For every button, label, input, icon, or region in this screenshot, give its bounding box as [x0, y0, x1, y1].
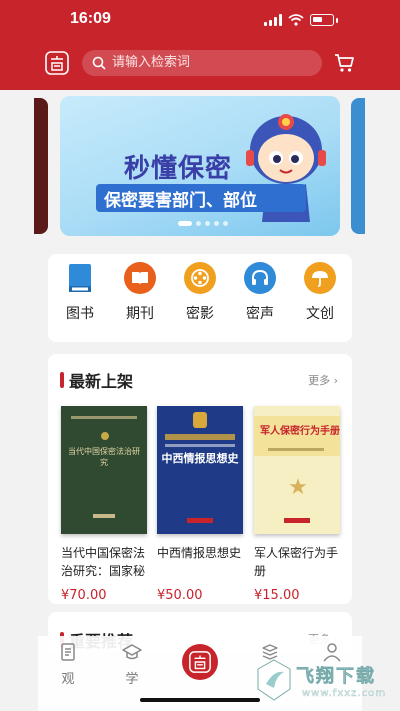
banner-subtitle: 保密要害部门、部位	[104, 191, 257, 211]
category-label: 期刊	[126, 306, 154, 322]
book-title: 军人保密行为手册	[254, 546, 339, 578]
film-icon	[184, 262, 216, 294]
book-cover: 当代中国保密法治研究	[61, 406, 147, 534]
watermark-text: 飞翔下载	[296, 666, 376, 688]
banner-next-slide[interactable]	[351, 98, 365, 234]
category-grid: 图书 期刊 密影 密声 文创	[48, 254, 352, 342]
more-link[interactable]: 更多 ›	[308, 372, 338, 388]
status-icons	[264, 14, 338, 26]
book-card[interactable]: 当代中国保密法治研究 当代中国保密法治研究：国家秘密... ¥70.00	[61, 406, 147, 603]
category-books[interactable]: 图书	[55, 262, 105, 323]
category-label: 图书	[66, 306, 94, 322]
category-label: 密声	[246, 306, 274, 322]
seal-logo-icon[interactable]	[44, 50, 70, 76]
carousel-dot[interactable]	[214, 221, 219, 226]
status-bar: 16:09	[0, 8, 400, 34]
watermark: 飞翔下载 www.fxxz.com	[254, 656, 394, 708]
wifi-icon	[288, 14, 304, 26]
carousel-dot-active[interactable]	[178, 221, 192, 226]
headphones-icon	[244, 262, 276, 294]
book-price: ¥50.00	[157, 588, 203, 603]
search-bar[interactable]: 请输入检索词	[82, 50, 322, 76]
tab-view[interactable]: 观	[48, 642, 88, 687]
tab-label: 观	[61, 672, 75, 687]
banner-prev-slide[interactable]	[34, 98, 48, 234]
banner-slide[interactable]: 秒懂保密 保密要害部门、部位	[60, 96, 340, 236]
home-indicator	[140, 698, 260, 702]
book-title: 当代中国保密法治研究：国家秘密...	[61, 546, 146, 578]
seal-logo-icon	[189, 651, 211, 673]
cart-icon[interactable]	[333, 52, 355, 74]
book-icon	[64, 262, 96, 294]
journal-icon	[124, 262, 156, 294]
book-price: ¥70.00	[61, 588, 107, 603]
category-label: 文创	[306, 306, 334, 322]
umbrella-icon	[304, 262, 336, 294]
book-cover: 军人保密行为手册 ★	[254, 406, 340, 534]
document-icon	[61, 643, 75, 661]
category-label: 密影	[186, 306, 214, 322]
book-title: 中西情报思想史	[157, 546, 242, 560]
section-title: 最新上架	[69, 372, 134, 391]
book-cover: 中西情报思想史	[157, 406, 243, 534]
section-accent	[60, 372, 64, 388]
watermark-url: www.fxxz.com	[302, 688, 386, 699]
carousel-dot[interactable]	[196, 221, 201, 226]
tab-home[interactable]	[182, 644, 218, 680]
carousel-indicator	[178, 221, 228, 226]
carousel-dot[interactable]	[223, 221, 228, 226]
category-creative[interactable]: 文创	[295, 262, 345, 323]
watermark-logo-icon	[257, 659, 291, 701]
signal-icon	[264, 14, 282, 26]
book-card[interactable]: 军人保密行为手册 ★ 军人保密行为手册 ¥15.00	[254, 406, 340, 603]
category-films[interactable]: 密影	[175, 262, 225, 323]
book-card[interactable]: 中西情报思想史 中西情报思想史 ¥50.00	[157, 406, 243, 603]
latest-section: 最新上架 更多 › 当代中国保密法治研究 当代中国保密法治研究：国家秘密... …	[48, 354, 352, 604]
graduation-cap-icon	[122, 644, 142, 660]
search-input[interactable]: 请输入检索词	[112, 54, 190, 72]
tab-label: 学	[125, 672, 139, 687]
category-journals[interactable]: 期刊	[115, 262, 165, 323]
battery-icon	[310, 14, 334, 26]
category-audio[interactable]: 密声	[235, 262, 285, 323]
banner-title: 秒懂保密	[124, 154, 233, 184]
book-price: ¥15.00	[254, 588, 300, 603]
status-time: 16:09	[70, 10, 111, 27]
tab-learn[interactable]: 学	[112, 642, 152, 687]
search-icon	[92, 56, 106, 70]
app-header: 16:09 请输入检索词	[0, 0, 400, 90]
carousel-dot[interactable]	[205, 221, 210, 226]
